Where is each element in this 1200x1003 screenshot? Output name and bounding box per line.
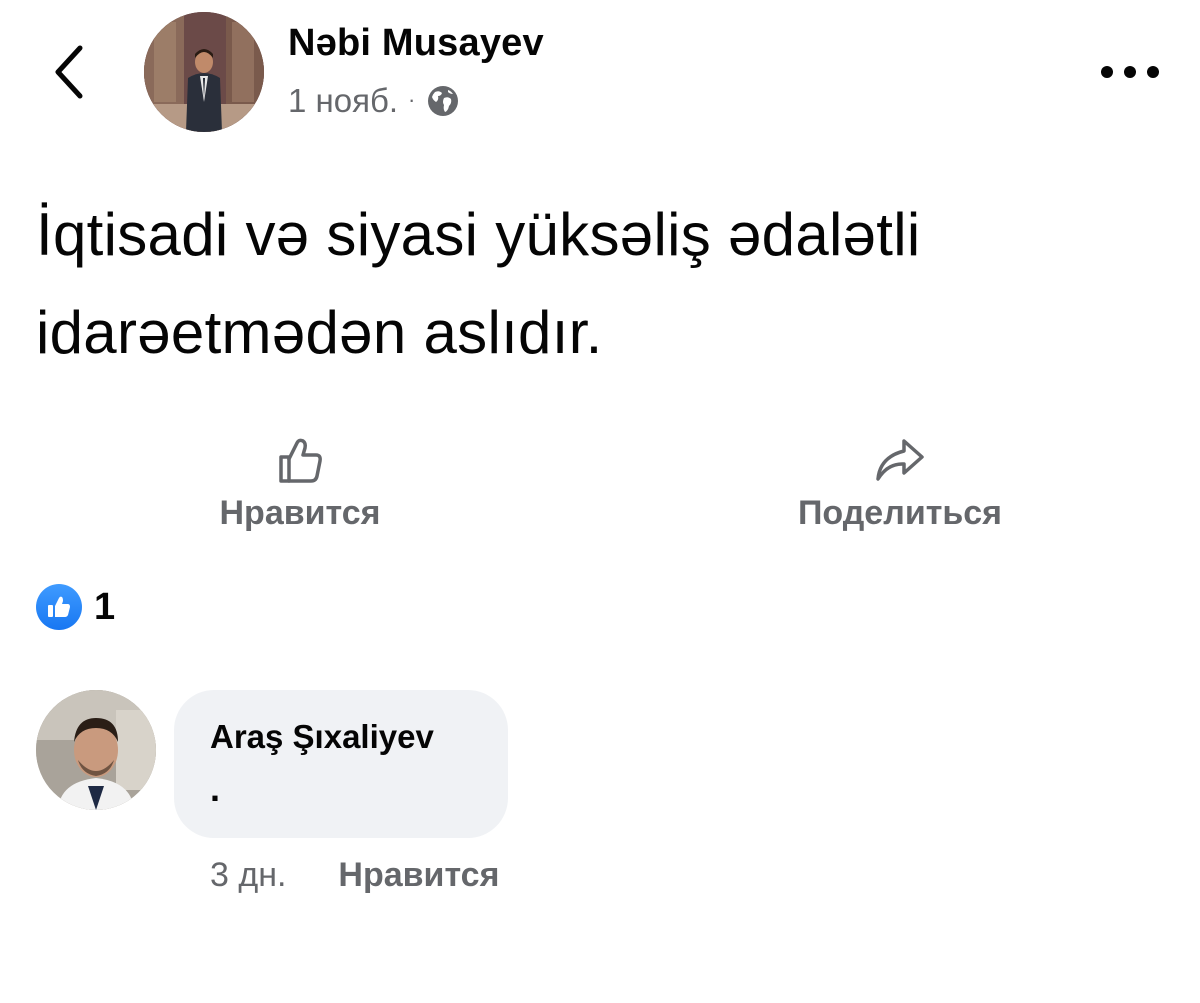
comment-like-button[interactable]: Нравится	[338, 856, 499, 895]
more-horizontal-icon	[1101, 66, 1159, 78]
post-meta: 1 нояб. ·	[288, 82, 461, 120]
share-button[interactable]: Поделиться	[770, 432, 1030, 533]
comment-bubble[interactable]: Araş Şıxaliyev .	[174, 690, 508, 838]
comment-meta: 3 дн. Нравится	[210, 856, 499, 895]
globe-icon	[425, 83, 461, 119]
comment-time: 3 дн.	[210, 856, 287, 894]
post-text: İqtisadi və siyasi yüksəliş ədalətli ida…	[36, 201, 921, 366]
commenter-name[interactable]: Araş Şıxaliyev	[210, 718, 434, 756]
author-photo	[144, 12, 264, 132]
author-name[interactable]: Nəbi Musayev	[288, 22, 544, 65]
share-arrow-icon	[874, 432, 926, 488]
author-avatar[interactable]	[144, 12, 264, 132]
share-label: Поделиться	[797, 494, 1003, 532]
chevron-left-icon	[55, 45, 83, 99]
commenter-photo	[36, 690, 156, 810]
meta-separator: ·	[408, 87, 416, 112]
post-date[interactable]: 1 нояб.	[288, 82, 398, 120]
reaction-count: 1	[94, 585, 116, 628]
thumbs-up-outline-icon	[275, 432, 325, 488]
commenter-avatar[interactable]	[36, 690, 156, 810]
comment-text: .	[210, 768, 221, 809]
like-reaction-icon	[36, 584, 82, 630]
like-button[interactable]: Нравится	[190, 432, 410, 533]
back-button[interactable]	[44, 40, 96, 104]
more-options-button[interactable]	[1094, 54, 1166, 90]
like-label: Нравится	[219, 494, 381, 532]
reactions-summary[interactable]: 1	[36, 584, 115, 630]
